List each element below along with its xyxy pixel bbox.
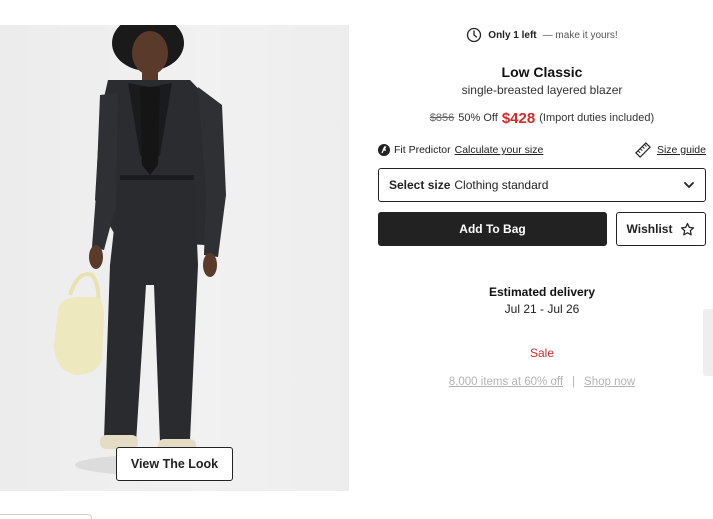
calculate-size-link[interactable]: Calculate your size [455, 144, 544, 156]
size-select-dropdown[interactable]: Select size Clothing standard [378, 168, 706, 202]
sale-price: $428 [501, 109, 536, 127]
view-the-look-button[interactable]: View The Look [116, 447, 233, 481]
delivery-dates: Jul 21 - Jul 26 [504, 302, 580, 316]
product-name: single-breasted layered blazer [461, 83, 623, 97]
add-to-bag-button[interactable]: Add To Bag [378, 212, 607, 246]
shop-now-link[interactable]: Shop now [584, 376, 635, 388]
sale-items-link[interactable]: 8,000 items at 60% off [449, 376, 563, 388]
star-outline-icon [681, 222, 695, 235]
fit-predictor-label: Fit Predictor [394, 144, 451, 156]
size-select-label: Select size [389, 178, 451, 192]
stock-message: — make it yours! [542, 29, 618, 41]
product-image[interactable] [0, 25, 349, 491]
size-guide-link[interactable]: Size guide [657, 144, 706, 156]
size-guide[interactable]: Size guide [635, 142, 706, 158]
product-page: View The Look Only 1 left — make it your… [0, 0, 713, 519]
fit-predictor: Fit Predictor Calculate your size [378, 144, 543, 156]
duties-note: (Import duties included) [539, 112, 655, 124]
wishlist-button[interactable]: Wishlist [616, 212, 706, 246]
fit-row: Fit Predictor Calculate your size Size g… [378, 141, 706, 159]
stock-notice: Only 1 left — make it yours! [378, 25, 706, 45]
fit-predictor-icon [378, 144, 390, 156]
stock-count: Only 1 left [488, 29, 537, 41]
size-select-value: Clothing standard [454, 178, 549, 192]
delivery-heading: Estimated delivery [488, 285, 596, 299]
sale-label: Sale [529, 346, 555, 360]
original-price: $856 [429, 112, 455, 124]
bottom-panel-edge [0, 514, 92, 519]
clock-icon [467, 27, 482, 43]
ruler-icon [635, 142, 651, 158]
discount-label: 50% Off [458, 112, 498, 124]
scrollbar-tab[interactable] [703, 309, 713, 376]
chevron-down-icon [684, 182, 694, 188]
wishlist-label: Wishlist [626, 222, 673, 236]
product-brand[interactable]: Low Classic [378, 64, 706, 80]
model-illustration [54, 25, 226, 475]
price-row: $856 50% Off $428 (Import duties include… [378, 108, 706, 128]
sale-links: 8,000 items at 60% off | Shop now [378, 374, 706, 390]
sale-separator: | [572, 376, 576, 388]
